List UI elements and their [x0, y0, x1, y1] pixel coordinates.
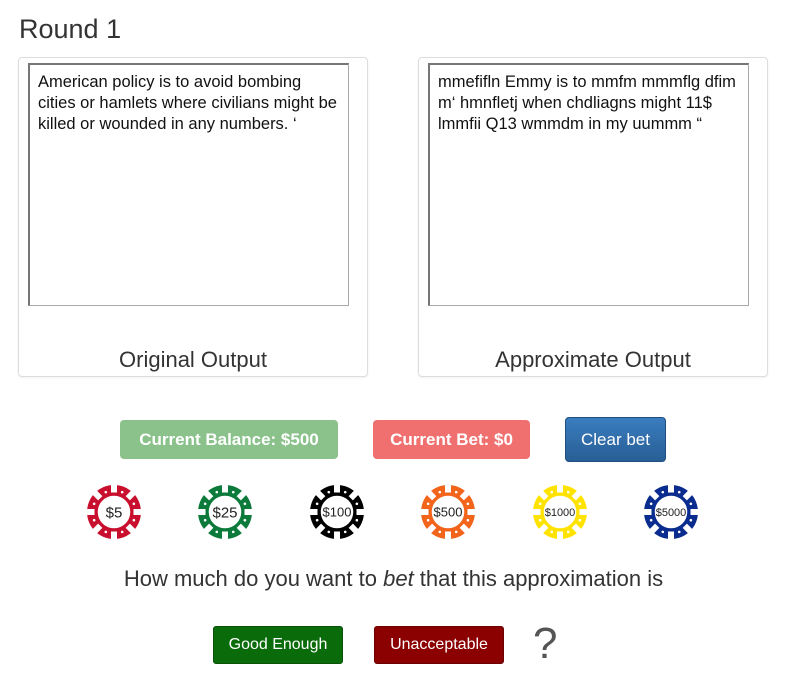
chip-5000[interactable]: $5000 — [643, 484, 699, 540]
unacceptable-button[interactable]: Unacceptable — [374, 626, 504, 664]
chip-100[interactable]: $100 — [309, 484, 365, 540]
poker-chip-icon: $1000 — [532, 484, 588, 540]
poker-chip-icon: $25 — [197, 484, 253, 540]
chip-25[interactable]: $25 — [197, 484, 253, 540]
clear-bet-button[interactable]: Clear bet — [565, 417, 666, 462]
original-output-text[interactable]: American policy is to avoid bombing citi… — [28, 63, 349, 306]
chip-value-label: $25 — [212, 504, 237, 521]
question-text-before: How much do you want to — [123, 566, 384, 591]
approximate-output-caption: Approximate Output — [495, 347, 691, 372]
current-balance-badge: Current Balance: $500 — [120, 420, 338, 459]
poker-chip-icon: $100 — [309, 484, 365, 540]
round-title: Round 1 — [19, 14, 122, 44]
good-enough-button[interactable]: Good Enough — [213, 626, 343, 664]
poker-chip-icon: $5000 — [643, 484, 699, 540]
question-text-after: that this approximation is — [413, 566, 664, 591]
question-mark-icon: ? — [533, 619, 558, 668]
chip-value-label: $100 — [323, 505, 352, 520]
chip-value-label: $1000 — [545, 507, 576, 519]
poker-chip-icon: $500 — [420, 484, 476, 540]
approximate-output-text[interactable]: mmefifln Emmy is to mmfm mmmflg dfim m‘ … — [428, 63, 749, 306]
bet-question: How much do you want to bet that this ap… — [0, 566, 787, 592]
chip-500[interactable]: $500 — [420, 484, 476, 540]
original-output-caption: Original Output — [119, 347, 267, 372]
question-text-emphasis: bet — [383, 566, 414, 591]
poker-chip-icon: $5 — [86, 484, 142, 540]
original-output-panel: American policy is to avoid bombing citi… — [18, 57, 368, 377]
chip-value-label: $500 — [434, 505, 463, 520]
chip-1000[interactable]: $1000 — [532, 484, 588, 540]
approximate-output-panel: mmefifln Emmy is to mmfm mmmflg dfim m‘ … — [418, 57, 768, 377]
chip-5[interactable]: $5 — [86, 484, 142, 540]
current-bet-badge: Current Bet: $0 — [373, 420, 530, 459]
chip-value-label: $5 — [106, 504, 123, 521]
chip-value-label: $5000 — [656, 507, 687, 519]
